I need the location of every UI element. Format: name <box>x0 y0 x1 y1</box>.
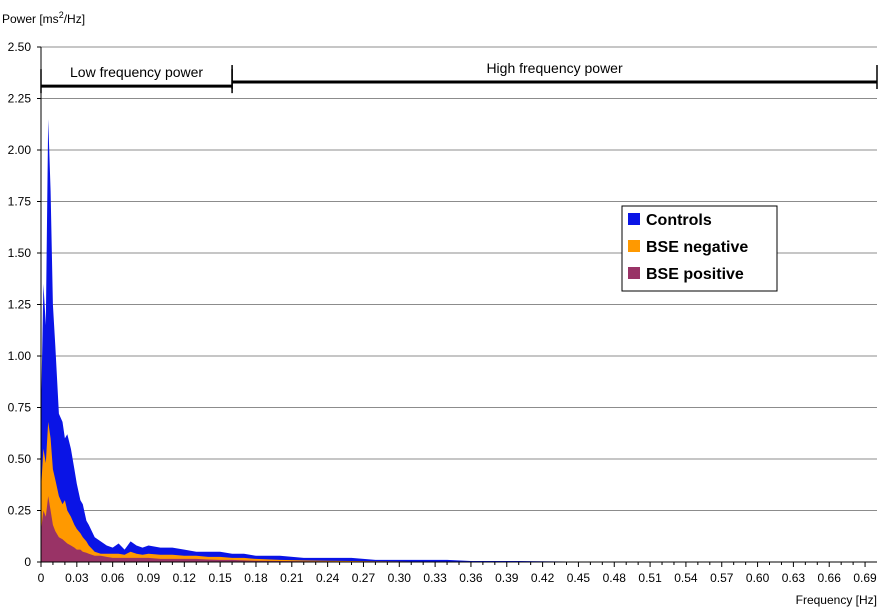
x-tick-label: 0.54 <box>674 571 698 585</box>
x-tick-label: 0.09 <box>137 571 161 585</box>
x-tick-label: 0.30 <box>388 571 412 585</box>
y-tick-label: 0 <box>24 555 31 569</box>
x-tick-label: 0.06 <box>101 571 125 585</box>
x-tick-label: 0.36 <box>459 571 483 585</box>
x-tick-label: 0.42 <box>531 571 555 585</box>
legend-label: BSE negative <box>646 239 748 256</box>
x-tick-label: 0.21 <box>280 571 304 585</box>
y-tick-label: 2.25 <box>8 92 32 106</box>
legend: Controls BSE negative BSE positive <box>621 205 778 292</box>
x-tick-label: 0.18 <box>244 571 268 585</box>
x-tick-label: 0.27 <box>352 571 376 585</box>
y-tick-label: 1.25 <box>8 298 32 312</box>
x-tick-label: 0.45 <box>567 571 591 585</box>
band-label: Low frequency power <box>70 64 203 80</box>
legend-label: BSE positive <box>646 266 744 283</box>
x-tick-label: 0.60 <box>746 571 770 585</box>
x-tick-label: 0.63 <box>782 571 806 585</box>
legend-swatch <box>628 213 640 225</box>
x-tick-label: 0.57 <box>710 571 734 585</box>
x-axis-title: Frequency [Hz] <box>796 593 877 607</box>
y-axis-title: Power [ms2/Hz] <box>2 10 85 26</box>
x-tick-label: 0.48 <box>603 571 627 585</box>
legend-swatch <box>628 240 640 252</box>
x-tick-label: 0.15 <box>208 571 232 585</box>
legend-swatch <box>628 267 640 279</box>
x-tick-label: 0.51 <box>638 571 662 585</box>
x-tick-label: 0.12 <box>173 571 197 585</box>
x-tick-label: 0.33 <box>423 571 447 585</box>
y-tick-label: 2.50 <box>8 40 32 54</box>
power-spectrum-chart: Low frequency power High frequency power … <box>2 10 878 607</box>
x-tick-label: 0 <box>38 571 45 585</box>
x-tick-labels: 0 0.03 0.06 0.09 0.12 0.15 0.18 0.21 0.24 0.27 0.3… <box>38 571 877 585</box>
y-tick-label: 1.75 <box>8 195 32 209</box>
x-tick-label: 0.66 <box>818 571 842 585</box>
y-tick-label: 2.00 <box>8 143 32 157</box>
y-tick-label: 1.00 <box>8 349 32 363</box>
x-tick-label: 0.24 <box>316 571 340 585</box>
y-tick-label: 1.50 <box>8 246 32 260</box>
y-tick-label: 0.75 <box>8 401 32 415</box>
x-tick-label: 0.39 <box>495 571 519 585</box>
y-tick-label: 0.50 <box>8 452 32 466</box>
y-tick-label: 0.25 <box>8 504 32 518</box>
x-tick-label: 0.69 <box>853 571 877 585</box>
x-tick-label: 0.03 <box>65 571 89 585</box>
legend-label: Controls <box>646 212 712 229</box>
band-label: High frequency power <box>486 60 623 76</box>
y-tick-labels: 0 0.25 0.50 0.75 1.00 1.25 1.50 1.75 2.00 2.25 2.5… <box>8 40 32 569</box>
